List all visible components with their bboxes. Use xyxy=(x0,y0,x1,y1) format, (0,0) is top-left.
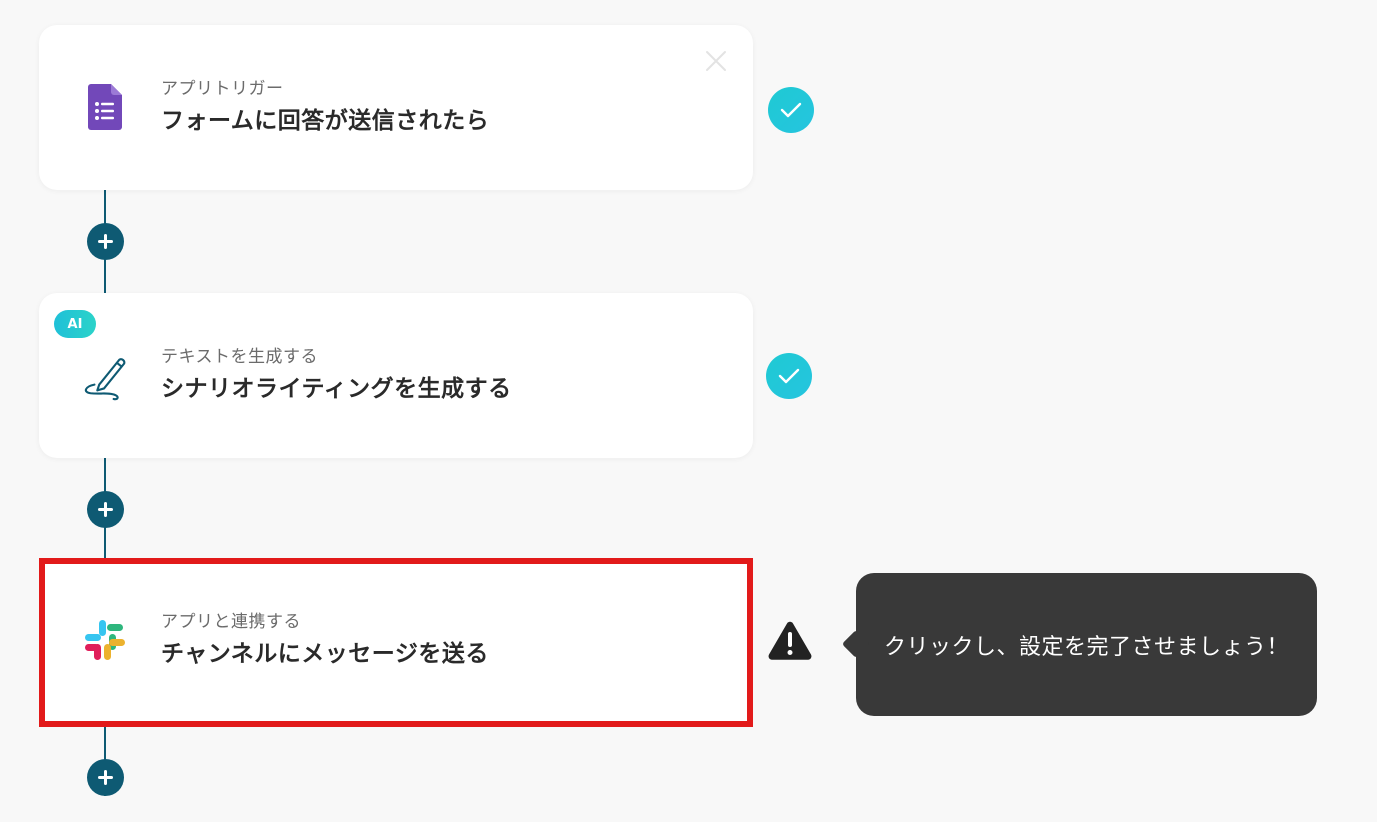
step-subtitle: テキストを生成する xyxy=(161,347,318,367)
step-complete-check-icon xyxy=(768,87,814,133)
step-title: フォームに回答が送信されたら xyxy=(161,108,490,134)
ai-badge: AI xyxy=(54,310,96,338)
add-step-button[interactable] xyxy=(87,491,124,528)
step-card-form-trigger[interactable]: アプリトリガー フォームに回答が送信されたら xyxy=(39,25,753,190)
step-subtitle: アプリと連携する xyxy=(161,612,301,632)
step-complete-check-icon xyxy=(766,353,812,399)
step-card-slack-message[interactable]: アプリと連携する チャンネルにメッセージを送る xyxy=(39,558,753,727)
add-step-button[interactable] xyxy=(87,759,124,796)
plus-icon xyxy=(98,234,113,249)
step-subtitle: アプリトリガー xyxy=(161,79,284,99)
pen-icon xyxy=(81,349,129,401)
flow-canvas: アプリトリガー フォームに回答が送信されたら テキストを生成する シナリオライテ… xyxy=(0,0,1377,822)
slack-icon xyxy=(81,614,129,666)
plus-icon xyxy=(98,502,113,517)
setup-hint-tooltip: クリックし、設定を完了させましょう！ xyxy=(856,573,1317,716)
step-title: チャンネルにメッセージを送る xyxy=(161,641,489,667)
plus-icon xyxy=(98,770,113,785)
warning-icon xyxy=(767,618,813,664)
tooltip-text: クリックし、設定を完了させましょう！ xyxy=(883,634,1289,660)
step-title: シナリオライティングを生成する xyxy=(161,376,512,402)
step-card-ai-generate[interactable]: テキストを生成する シナリオライティングを生成する xyxy=(39,293,753,458)
google-forms-icon xyxy=(81,81,129,133)
add-step-button[interactable] xyxy=(87,223,124,260)
close-icon[interactable] xyxy=(704,49,728,73)
